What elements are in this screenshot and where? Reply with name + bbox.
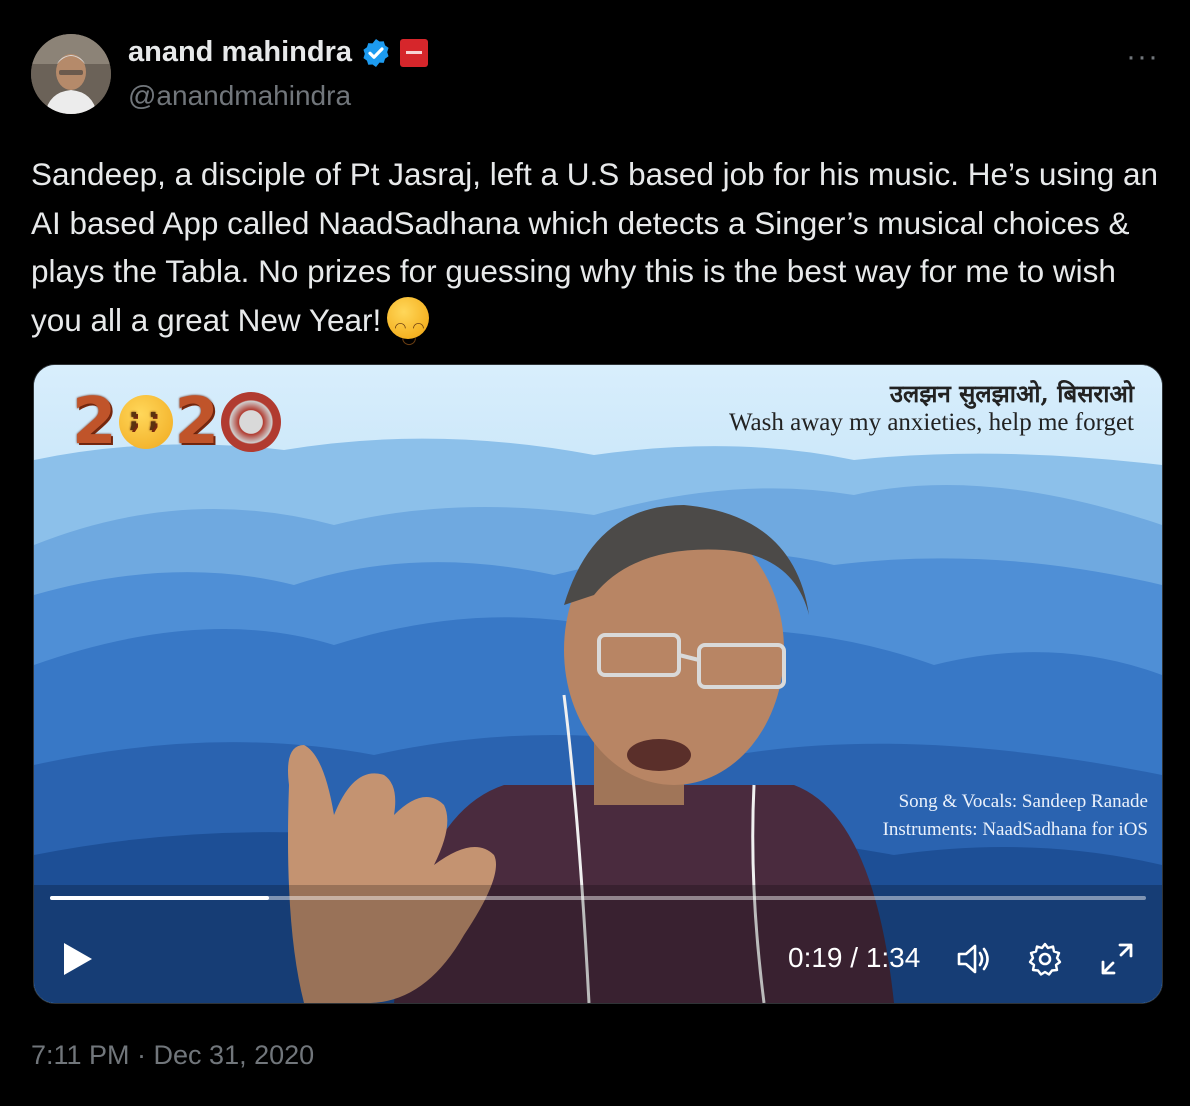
tweet-body: Sandeep, a disciple of Pt Jasraj, left a…: [31, 156, 1159, 338]
more-options-icon[interactable]: ···: [1126, 40, 1159, 74]
video-time: 0:19 / 1:34: [788, 942, 921, 973]
smiling-face-emoji-icon: [387, 296, 430, 361]
fullscreen-icon[interactable]: [1098, 940, 1136, 978]
verified-badge-icon: [363, 38, 389, 67]
overlay-hindi-lyric: उलझन सुलझाओ, बिसराओ: [889, 379, 1134, 408]
overlay-english-lyric: Wash away my anxieties, help me forget: [728, 409, 1134, 436]
play-icon[interactable]: [60, 941, 96, 977]
tweet-text: Sandeep, a disciple of Pt Jasraj, left a…: [31, 150, 1161, 361]
year-digit: 2: [72, 385, 117, 459]
volume-icon[interactable]: [954, 940, 992, 978]
video-player[interactable]: 2 2 उलझन सुलझाओ, बिसराओ Wash away my anx…: [33, 364, 1163, 1004]
crying-face-icon: [118, 395, 173, 449]
tweet-timestamp[interactable]: 7:11 PM · Dec 31, 2020: [31, 1040, 314, 1071]
credit-instruments: Instruments: NaadSadhana for iOS: [882, 819, 1148, 840]
coronavirus-icon: [221, 392, 282, 452]
video-progress-fill: [50, 896, 270, 900]
settings-gear-icon[interactable]: [1026, 940, 1064, 978]
affiliation-badge-icon[interactable]: [400, 38, 428, 67]
author-handle[interactable]: @anandmahindra: [128, 80, 351, 112]
video-progress-bar[interactable]: [50, 896, 1146, 900]
year-graphic: 2 2: [72, 385, 282, 459]
year-digit: 2: [174, 385, 220, 459]
credit-vocals: Song & Vocals: Sandeep Ranade: [898, 791, 1148, 812]
avatar[interactable]: [31, 34, 111, 114]
avatar-image: [31, 34, 111, 114]
video-frame: [34, 365, 1162, 1003]
author-name[interactable]: anand mahindra: [128, 36, 352, 69]
